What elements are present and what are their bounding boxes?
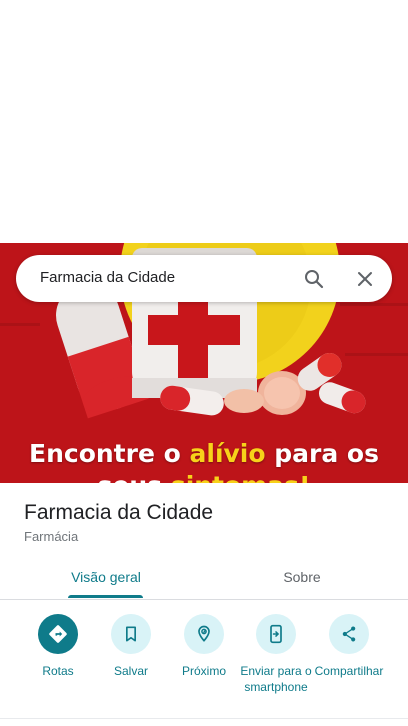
save-button[interactable]: Salvar <box>89 614 173 679</box>
share-button[interactable]: Compartilhar <box>307 614 391 679</box>
banner-subline: seus sintomas! <box>0 471 408 483</box>
search-icon[interactable] <box>302 267 326 291</box>
directions-label: Rotas <box>42 664 74 678</box>
place-name: Farmacia da Cidade <box>24 501 214 524</box>
directions-icon <box>38 614 78 654</box>
share-icon <box>329 614 369 654</box>
maps-page: Encontre o alívio para os seus sintomas!… <box>0 0 408 726</box>
save-label: Salvar <box>113 664 148 678</box>
tab-divider <box>0 599 408 600</box>
directions-button[interactable]: Rotas <box>16 614 100 679</box>
section-divider <box>0 718 408 719</box>
share-label: Compartilhar <box>314 664 384 678</box>
search-input[interactable]: Farmacia da Cidade <box>40 269 175 286</box>
search-box[interactable]: Farmacia da Cidade <box>16 255 392 302</box>
place-category: Farmácia <box>24 529 79 544</box>
active-tab-indicator <box>68 595 143 598</box>
send-to-phone-label: Enviar para o smartphone <box>240 664 312 694</box>
bookmark-icon <box>111 614 151 654</box>
nearby-icon <box>184 614 224 654</box>
banner-headline: Encontre o alívio para os <box>29 439 379 468</box>
place-details-panel: Farmacia da Cidade Farmácia Visão geral … <box>0 483 408 726</box>
close-icon[interactable] <box>353 267 377 291</box>
send-to-phone-icon <box>256 614 296 654</box>
tab-overview[interactable]: Visão geral <box>40 569 172 585</box>
tab-about[interactable]: Sobre <box>236 569 368 585</box>
send-to-phone-button[interactable]: Enviar para o smartphone <box>234 614 318 695</box>
